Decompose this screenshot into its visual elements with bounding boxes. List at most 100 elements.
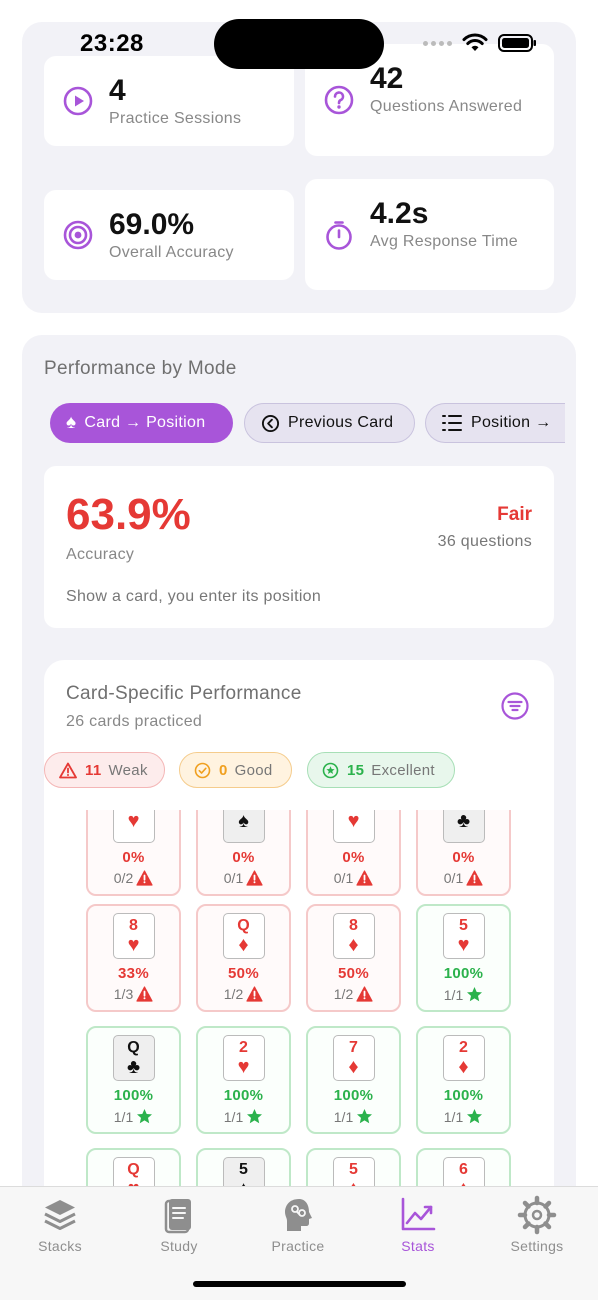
- stat-value: 4.2s: [370, 197, 429, 230]
- accuracy-value: 63.9%: [66, 490, 191, 539]
- mode-tab-previous-card[interactable]: Previous Card: [244, 403, 415, 443]
- card-accuracy: 100%: [113, 1087, 154, 1104]
- card-tile[interactable]: 8 ♥ 33% 1/3: [86, 904, 181, 1012]
- playing-card: 2 ♥: [222, 1035, 265, 1081]
- card-accuracy: 33%: [118, 965, 149, 982]
- tab-practice[interactable]: Practice: [248, 1195, 348, 1254]
- star-icon: [137, 1109, 153, 1124]
- status-time: 23:28: [80, 30, 144, 57]
- filter-icon[interactable]: [500, 691, 530, 721]
- chart-icon: [401, 1197, 436, 1231]
- card-suit: ♦: [458, 1055, 469, 1078]
- card-tile[interactable]: Q ♣ 100% 1/1: [86, 1026, 181, 1134]
- card-tile[interactable]: 8 ♦ 50% 1/2: [306, 904, 401, 1012]
- card-tile[interactable]: 2 ♥ 100% 1/1: [196, 1026, 291, 1134]
- mode-description: Show a card, you enter its position: [66, 588, 322, 605]
- card-tile[interactable]: 7 ♦ 100% 1/1: [306, 1026, 401, 1134]
- card-rank: 2: [459, 1038, 468, 1056]
- excellent-label: Excellent: [371, 761, 435, 779]
- warning-icon: [59, 762, 77, 778]
- card-tile[interactable]: ♥ 0% 0/1: [306, 810, 401, 896]
- card-tile[interactable]: Q ♦ 50% 1/2: [196, 904, 291, 1012]
- stat-practice-sessions: 4 Practice Sessions: [44, 56, 294, 146]
- tab-stats[interactable]: Stats: [368, 1195, 468, 1254]
- warning-icon: [136, 870, 153, 886]
- brain-icon: [285, 1199, 312, 1231]
- card-accuracy: 100%: [223, 1087, 264, 1104]
- tab-settings[interactable]: Settings: [487, 1195, 587, 1254]
- playing-card: Q ♣: [112, 1035, 155, 1081]
- performance-by-mode-panel: Performance by Mode ♠ Card → Position Pr…: [22, 335, 576, 1235]
- card-suit: ♥: [127, 810, 140, 832]
- card-rank: Q: [237, 916, 250, 934]
- card-accuracy: 0%: [342, 849, 365, 866]
- stat-avg-response-time: 4.2s Avg Response Time: [305, 179, 554, 290]
- tab-label: Study: [160, 1238, 198, 1254]
- list-icon: [442, 415, 462, 431]
- attempts-fraction: 1/1: [443, 1108, 464, 1125]
- tab-study[interactable]: Study: [129, 1195, 229, 1254]
- tab-label: Settings: [510, 1238, 564, 1254]
- card-accuracy: 50%: [338, 965, 369, 982]
- card-accuracy: 100%: [333, 1087, 374, 1104]
- card-rank: 5: [349, 1160, 358, 1178]
- good-filter-badge[interactable]: 0 Good: [179, 752, 292, 788]
- playing-card: ♥: [112, 810, 155, 843]
- card-suit: ♥: [347, 810, 360, 832]
- card-suit: ♦: [348, 933, 359, 956]
- mode-tab-card-position[interactable]: ♠ Card → Position: [50, 403, 233, 443]
- card-attempts: 1/1: [418, 986, 509, 1003]
- attempts-fraction: 0/1: [223, 870, 244, 886]
- card-accuracy: 0%: [232, 849, 255, 866]
- question-circle-icon: [324, 85, 354, 115]
- card-suit: ♥: [237, 1055, 250, 1078]
- attempts-fraction: 1/2: [333, 986, 354, 1002]
- weak-label: Weak: [108, 761, 148, 779]
- attempts-fraction: 0/2: [113, 870, 134, 886]
- card-accuracy: 100%: [443, 1087, 484, 1104]
- card-attempts: 0/1: [308, 870, 399, 886]
- mode-tab-label: Position →: [471, 414, 552, 431]
- stat-label: Questions Answered: [370, 98, 523, 115]
- excellent-count: 15: [347, 761, 365, 779]
- playing-card: ♥: [332, 810, 375, 843]
- card-attempts: 0/1: [418, 870, 509, 886]
- question-count: 36 questions: [437, 533, 532, 550]
- card-tile[interactable]: 5 ♥ 100% 1/1: [416, 904, 511, 1012]
- card-suit: ♠: [238, 810, 249, 832]
- tab-stacks[interactable]: Stacks: [10, 1195, 110, 1254]
- card-suit: ♣: [456, 810, 471, 832]
- mode-tab-position[interactable]: Position →: [425, 403, 565, 443]
- cards-practiced-count: 26 cards practiced: [66, 713, 203, 730]
- card-grid: ♥ 0% 0/2 ♠ 0% 0/1 ♥ 0% 0/1 ♣ 0% 0/1 8 ♥ 33% 1/3 Q ♦ 50% 1/2…: [44, 810, 554, 1235]
- star-icon: [357, 1109, 373, 1124]
- mode-tab-label: Card → Position: [84, 414, 206, 431]
- warning-icon: [246, 986, 263, 1002]
- good-label: Good: [234, 761, 273, 779]
- star-circle-icon: [322, 762, 339, 778]
- signal-icon: [423, 40, 452, 46]
- card-rank: 8: [129, 916, 138, 934]
- playing-card: 8 ♦: [332, 913, 375, 959]
- status-icons: [423, 33, 538, 53]
- playing-card: Q ♦: [222, 913, 265, 959]
- card-rank: 5: [239, 1160, 248, 1178]
- card-tile[interactable]: ♠ 0% 0/1: [196, 810, 291, 896]
- stacks-icon: [44, 1200, 76, 1230]
- card-tile[interactable]: 2 ♦ 100% 1/1: [416, 1026, 511, 1134]
- attempts-fraction: 1/1: [443, 986, 464, 1003]
- card-tile[interactable]: ♥ 0% 0/2: [86, 810, 181, 896]
- card-rank: 6: [459, 1160, 468, 1178]
- weak-filter-badge[interactable]: 11 Weak: [44, 752, 165, 788]
- good-count: 0: [219, 761, 228, 779]
- stat-label: Practice Sessions: [109, 110, 242, 127]
- card-specific-performance-card: Card-Specific Performance 26 cards pract…: [44, 660, 554, 1235]
- book-icon: [164, 1199, 191, 1234]
- playing-card: 7 ♦: [332, 1035, 375, 1081]
- playing-card: 2 ♦: [442, 1035, 485, 1081]
- card-accuracy: 100%: [443, 965, 484, 982]
- excellent-filter-badge[interactable]: 15 Excellent: [307, 752, 455, 788]
- attempts-fraction: 1/1: [333, 1108, 354, 1125]
- card-tile[interactable]: ♣ 0% 0/1: [416, 810, 511, 896]
- card-accuracy: 0%: [122, 849, 145, 866]
